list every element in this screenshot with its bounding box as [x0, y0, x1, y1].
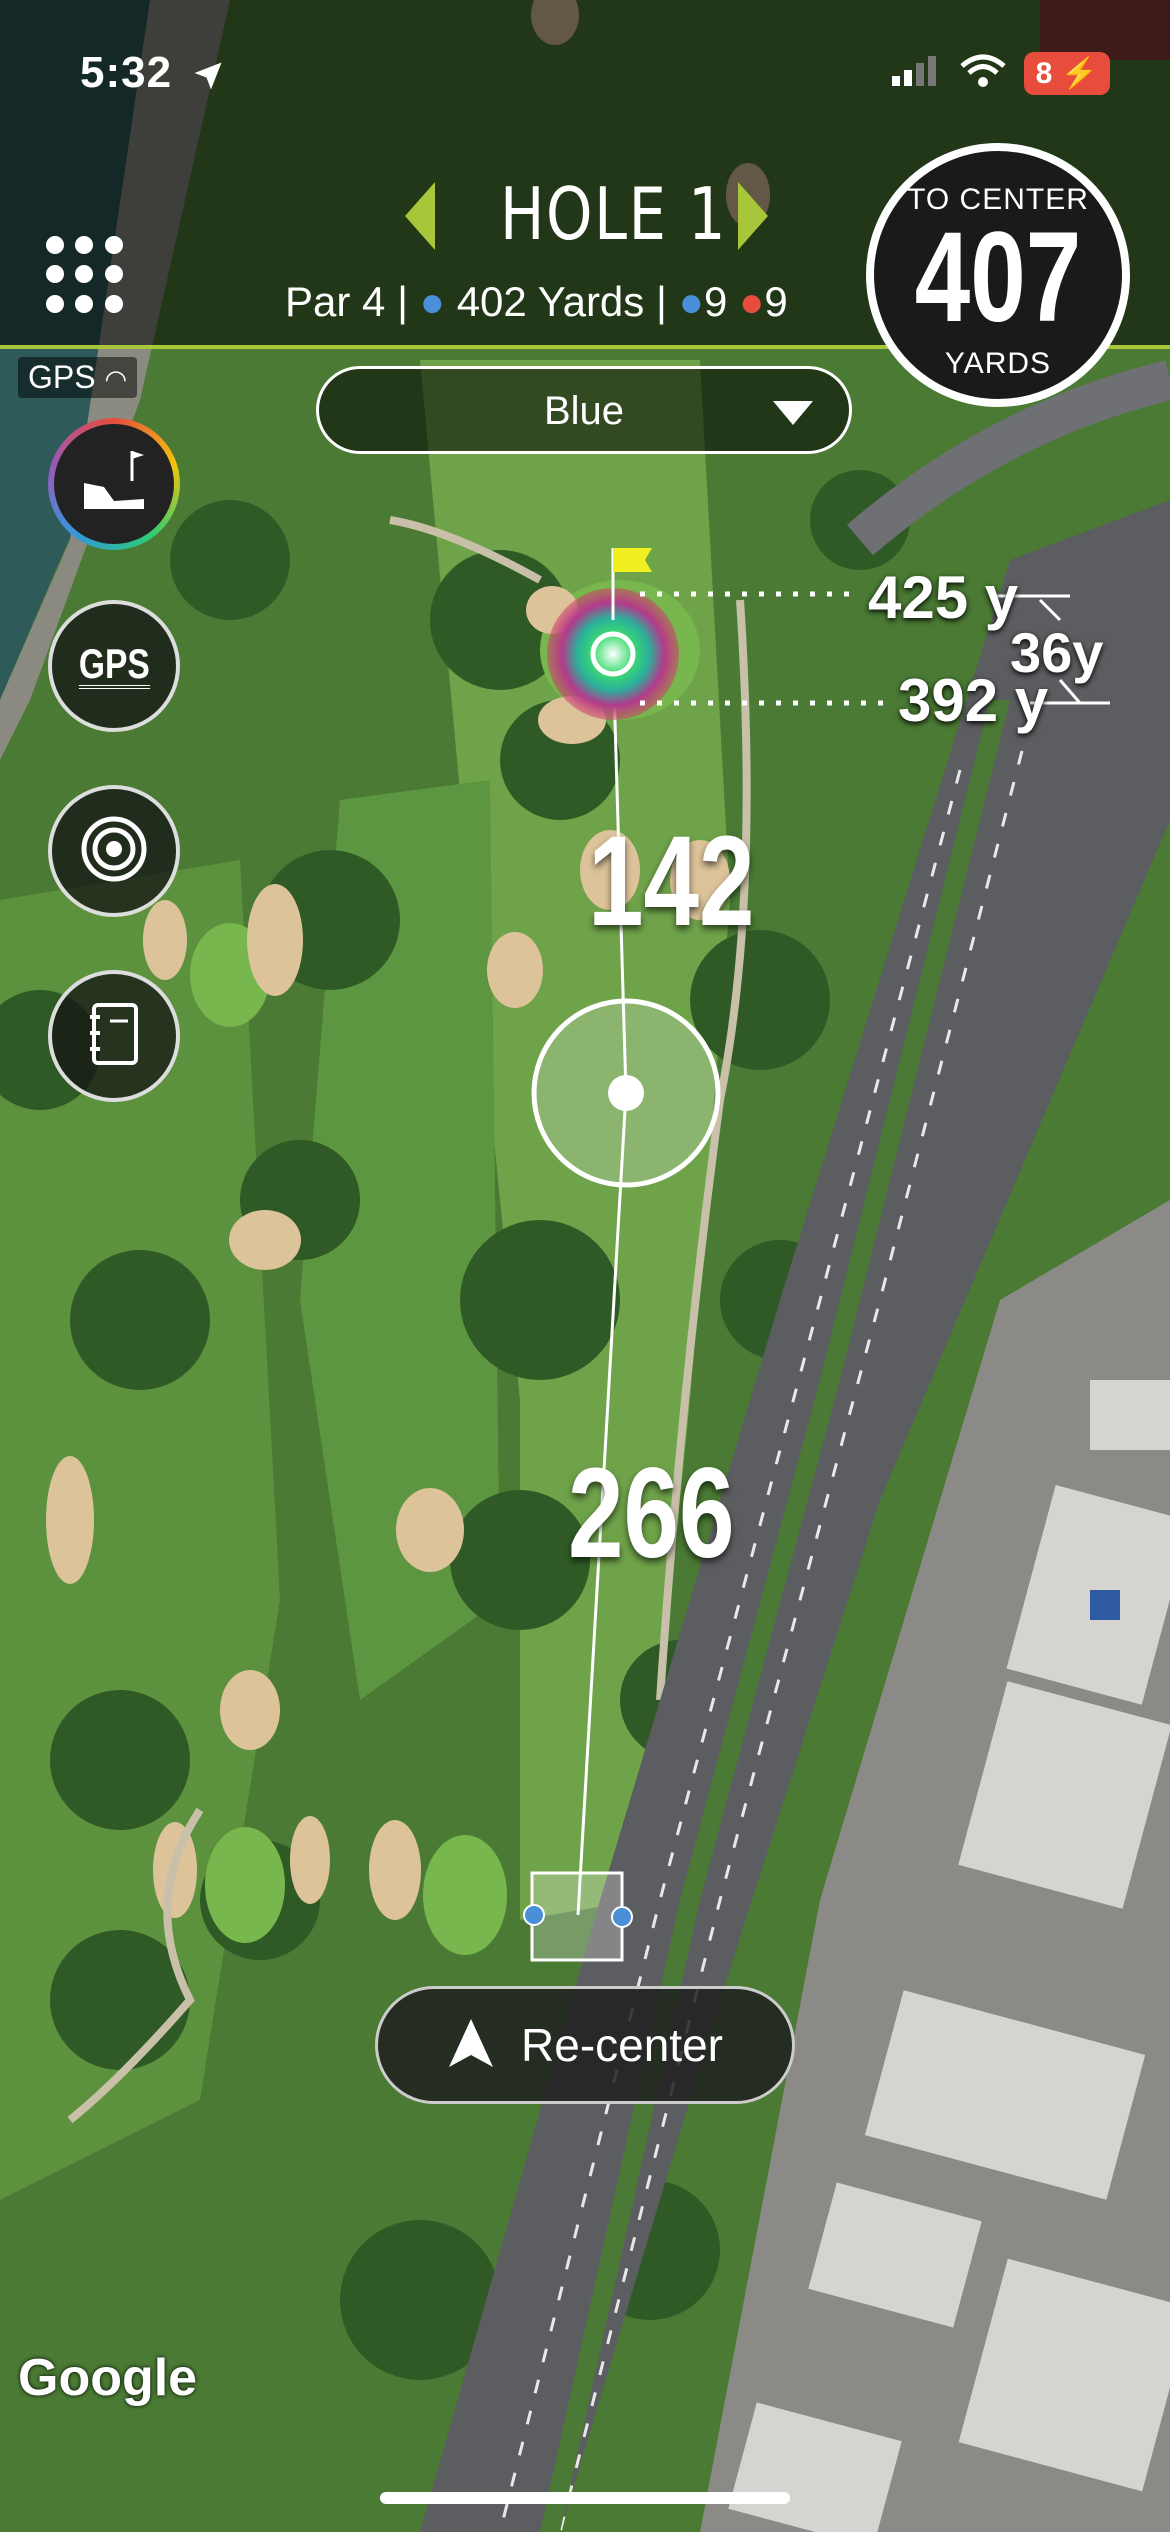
gps-button[interactable]: GPS — [48, 600, 180, 732]
hole-title: HOLE 1 — [500, 172, 728, 256]
to-center-value: 407 — [914, 206, 1082, 349]
hcp-blue: 9 — [703, 278, 728, 325]
status-indicators: 8 ⚡ — [891, 52, 1110, 95]
recenter-label: Re-center — [521, 2019, 723, 2071]
charging-bolt-icon: ⚡ — [1060, 57, 1098, 90]
recenter-button[interactable]: Re-center — [375, 1986, 795, 2104]
status-time: 5:32 — [80, 48, 173, 97]
target-button[interactable] — [48, 785, 180, 917]
to-center-unit: YARDS — [944, 347, 1052, 380]
hole-yards: 402 Yards — [456, 278, 645, 325]
gps-status: GPS ◠ — [18, 357, 138, 398]
gps-text-icon: GPS — [78, 640, 150, 689]
notebook-icon — [86, 1001, 142, 1072]
divider: | — [655, 278, 679, 325]
chevron-down-icon — [773, 401, 813, 425]
navigation-arrow-icon — [447, 2017, 495, 2074]
battery-level: 8 — [1035, 57, 1053, 90]
tee-select-value: Blue — [543, 389, 625, 433]
blue-hcp-dot-icon: ● — [678, 278, 704, 325]
hole-par: Par 4 — [285, 278, 386, 325]
target-rings-icon — [79, 814, 149, 889]
divider: | — [397, 278, 420, 325]
blue-tee-dot-icon: ● — [419, 278, 446, 325]
next-hole-button[interactable] — [738, 182, 768, 250]
hole-info: Par 4 | ● 402 Yards | ●9 ●9 — [285, 278, 788, 326]
signal-icon — [891, 56, 942, 91]
battery-indicator: 8 ⚡ — [1023, 52, 1110, 95]
target-to-green-distance: 142 — [588, 810, 755, 953]
scorecard-button[interactable] — [48, 418, 180, 550]
notebook-button[interactable] — [48, 970, 180, 1102]
hcp-red: 9 — [764, 278, 788, 325]
golf-shoe-flag-icon — [74, 447, 154, 522]
google-attribution: Google — [18, 2349, 198, 2407]
green-depth: 36y — [1010, 621, 1104, 684]
location-arrow-icon — [190, 58, 226, 99]
gps-status-label: GPS — [28, 359, 96, 395]
red-hcp-dot-icon: ● — [738, 278, 765, 325]
previous-hole-button[interactable] — [405, 182, 435, 250]
gps-signal-icon: ◠ — [104, 364, 128, 394]
to-center-badge[interactable]: TO CENTER 407 YARDS — [866, 143, 1130, 407]
tee-to-target-distance: 266 — [568, 1442, 735, 1585]
tee-select-dropdown[interactable]: Blue — [316, 366, 852, 454]
home-indicator[interactable] — [380, 2492, 790, 2504]
green-back-distance: 425 y — [868, 564, 1019, 631]
menu-grid-icon[interactable] — [46, 236, 126, 316]
wifi-icon — [959, 54, 1006, 93]
